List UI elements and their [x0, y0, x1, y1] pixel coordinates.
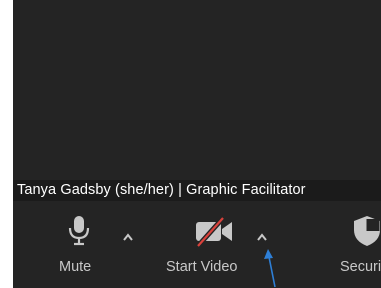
- annotation-arrow-icon: [264, 249, 276, 288]
- mute-label: Mute: [59, 259, 92, 275]
- security-label: Security: [340, 259, 381, 275]
- start-video-button[interactable]: Start Video: [163, 201, 273, 288]
- participant-name-bar: Tanya Gadsby (she/her) | Graphic Facilit…: [13, 180, 381, 201]
- video-options-chevron-up-icon[interactable]: [256, 228, 268, 241]
- mute-button[interactable]: Mute: [57, 201, 109, 288]
- video-off-icon: [193, 216, 237, 252]
- participant-name-label: Tanya Gadsby (she/her) | Graphic Facilit…: [17, 182, 306, 198]
- start-video-label: Start Video: [166, 259, 238, 275]
- security-button[interactable]: Security: [327, 201, 381, 288]
- mute-options-chevron-up-icon[interactable]: [122, 228, 134, 241]
- microphone-icon: [67, 215, 91, 252]
- meeting-controls-toolbar: Mute Start Video Securi: [13, 201, 381, 288]
- zoom-meeting-window: Tanya Gadsby (she/her) | Graphic Facilit…: [0, 0, 381, 288]
- shield-icon: [353, 215, 381, 252]
- participant-video-tile: [13, 0, 381, 180]
